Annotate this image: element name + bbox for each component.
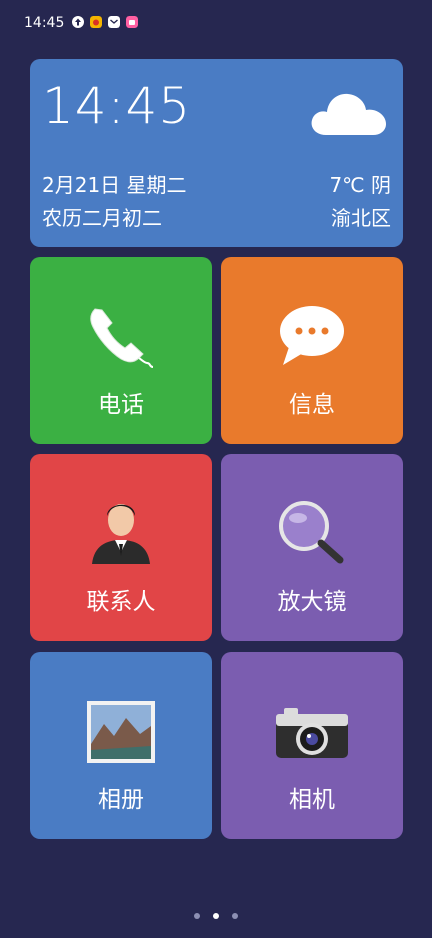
app-label-messages: 信息 [289,392,335,418]
widget-city: 渝北区 [331,206,391,230]
widget-weather: 7℃ 阴 [329,173,391,197]
widget-date: 2月21日 星期二 [42,173,187,197]
page-dot[interactable] [194,913,200,919]
message-icon [277,303,347,371]
app-notification-icon [90,16,102,28]
phone-icon [81,301,161,377]
magnifier-icon [276,498,348,568]
photo-album-icon [86,700,156,768]
shop-app-icon [126,16,138,28]
camera-icon [274,704,350,764]
widget-lunar-date: 农历二月初二 [42,206,162,230]
app-tile-messages[interactable]: 信息 [221,257,403,444]
page-dot[interactable] [232,913,238,919]
page-dot-active[interactable] [213,913,219,919]
app-label-camera: 相机 [289,787,335,813]
app-label-phone: 电话 [98,392,144,418]
status-time: 14:45 [24,15,65,31]
widget-time: 14:45 [42,77,192,135]
upload-icon [72,16,84,28]
contact-person-icon [88,494,154,570]
app-tile-contacts[interactable]: 联系人 [30,454,212,641]
notification-icons [72,16,138,28]
app-tile-album[interactable]: 相册 [30,652,212,839]
app-label-contacts: 联系人 [86,589,156,615]
status-bar: 14:45 [0,0,432,46]
app-label-magnifier: 放大镜 [277,589,347,615]
mail-icon [108,16,120,28]
cloud-icon [311,93,386,135]
page-indicator[interactable] [0,913,432,919]
app-label-album: 相册 [98,787,144,813]
clock-weather-widget[interactable]: 14:45 2月21日 星期二 农历二月初二 7℃ 阴 渝北区 [30,59,403,247]
app-tile-magnifier[interactable]: 放大镜 [221,454,403,641]
app-tile-camera[interactable]: 相机 [221,652,403,839]
app-tile-phone[interactable]: 电话 [30,257,212,444]
